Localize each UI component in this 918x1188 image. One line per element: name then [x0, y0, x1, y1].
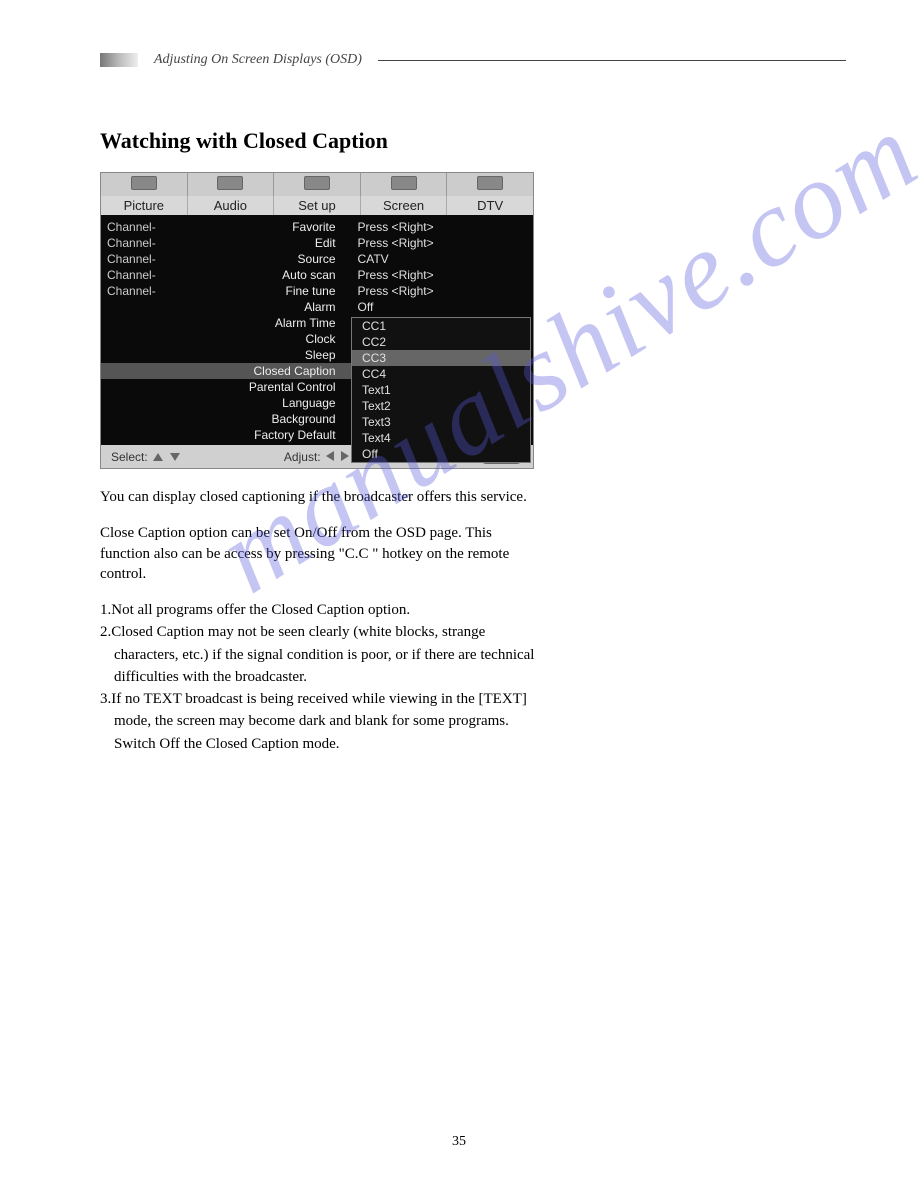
page-header: Adjusting On Screen Displays (OSD)	[100, 52, 846, 68]
menu-item: Factory Default	[101, 427, 352, 443]
menu-item: Channel-Auto scan	[101, 267, 352, 283]
paragraph: Close Caption option can be set On/Off f…	[100, 523, 660, 584]
osd-icon-row	[101, 173, 533, 196]
menu-item: Channel-Fine tune	[101, 283, 352, 299]
menu-item: Background	[101, 411, 352, 427]
menu-item: Parental Control	[101, 379, 352, 395]
menu-value: Off	[352, 299, 533, 315]
menu-item: Sleep	[101, 347, 352, 363]
menu-item: Language	[101, 395, 352, 411]
menu-item: Alarm Time	[101, 315, 352, 331]
footer-select: Select:	[111, 450, 182, 464]
triangle-right-icon	[341, 451, 349, 461]
dtv-icon	[477, 176, 503, 190]
menu-value: Press <Right>	[352, 219, 533, 235]
closed-caption-popup: CC1 CC2 CC3 CC4 Text1 Text2 Text3 Text4 …	[351, 317, 531, 463]
text-line: Close Caption option can be set On/Off f…	[100, 525, 492, 541]
page-title: Watching with Closed Caption	[100, 128, 846, 154]
tab-dtv: DTV	[447, 196, 533, 215]
osd-tab-row: Picture Audio Set up Screen DTV	[101, 196, 533, 215]
list-item: 2.Closed Caption may not be seen clearly…	[100, 622, 660, 642]
menu-item: Channel-Edit	[101, 235, 352, 251]
manual-page: Adjusting On Screen Displays (OSD) Watch…	[0, 0, 918, 1188]
menu-value: Press <Right>	[352, 235, 533, 251]
popup-option: Text2	[352, 398, 530, 414]
popup-option-selected: CC3	[352, 350, 530, 366]
page-number: 35	[0, 1134, 918, 1150]
screen-icon	[391, 176, 417, 190]
paragraph: You can display closed captioning if the…	[100, 487, 660, 507]
popup-option: Text4	[352, 430, 530, 446]
popup-option: Off	[352, 446, 530, 462]
picture-icon	[131, 176, 157, 190]
list-item: mode, the screen may become dark and bla…	[100, 711, 660, 731]
menu-value: Press <Right>	[352, 283, 533, 299]
osd-menu-list: Channel-Favorite Channel-Edit Channel-So…	[101, 219, 352, 443]
footer-adjust-label: Adjust:	[284, 450, 321, 464]
list-item: 1.Not all programs offer the Closed Capt…	[100, 600, 660, 620]
notes-list: 1.Not all programs offer the Closed Capt…	[100, 600, 660, 754]
list-item: characters, etc.) if the signal conditio…	[100, 645, 660, 665]
text-line: control.	[100, 566, 146, 582]
tab-screen: Screen	[361, 196, 448, 215]
triangle-up-icon	[153, 453, 163, 461]
popup-option: CC1	[352, 318, 530, 334]
setup-icon	[304, 176, 330, 190]
menu-item-selected: Closed Caption	[101, 363, 352, 379]
popup-option: CC2	[352, 334, 530, 350]
list-item: difficulties with the broadcaster.	[100, 667, 660, 687]
menu-value: Press <Right>	[352, 267, 533, 283]
menu-item: Channel-Favorite	[101, 219, 352, 235]
header-mark-icon	[100, 53, 138, 67]
triangle-left-icon	[326, 451, 334, 461]
menu-item: Alarm	[101, 299, 352, 315]
header-section-title: Adjusting On Screen Displays (OSD)	[154, 52, 362, 68]
menu-item: Channel-Source	[101, 251, 352, 267]
body-text: You can display closed captioning if the…	[100, 487, 660, 754]
triangle-down-icon	[170, 453, 180, 461]
list-item: Switch Off the Closed Caption mode.	[100, 734, 660, 754]
tab-audio: Audio	[188, 196, 275, 215]
menu-value: CATV	[352, 251, 533, 267]
menu-item: Clock	[101, 331, 352, 347]
popup-option: Text1	[352, 382, 530, 398]
footer-select-label: Select:	[111, 450, 148, 464]
audio-icon	[217, 176, 243, 190]
text-line: function also can be access by pressing …	[100, 546, 509, 562]
popup-option: CC4	[352, 366, 530, 382]
tab-picture: Picture	[101, 196, 188, 215]
header-rule	[378, 60, 846, 61]
osd-menu-screenshot: Picture Audio Set up Screen DTV Channel-…	[100, 172, 534, 469]
list-item: 3.If no TEXT broadcast is being received…	[100, 689, 660, 709]
popup-option: Text3	[352, 414, 530, 430]
tab-setup: Set up	[274, 196, 361, 215]
footer-adjust: Adjust:	[284, 450, 351, 464]
